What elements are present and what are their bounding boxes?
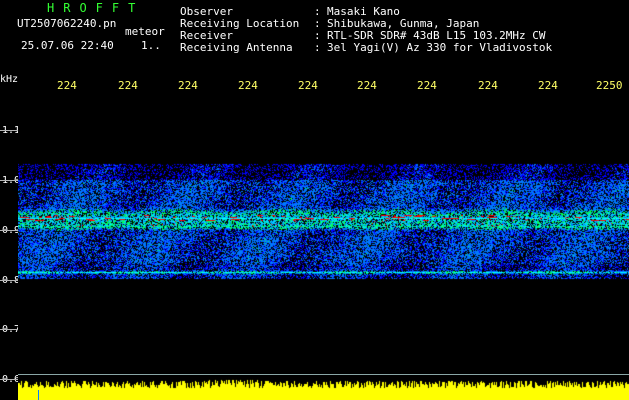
- freq-tick-0-8: [0, 280, 18, 281]
- hrofft-screen: HROFFT UT2507062240.pn meteor 25.07.06 2…: [0, 0, 629, 400]
- antenna-value: 3el Yagi(V) Az 330 for Vladivostok: [327, 41, 553, 54]
- capture-sequence: 1..: [141, 39, 161, 52]
- time-tick-5: 224: [298, 79, 318, 92]
- time-tick-9: 224: [538, 79, 558, 92]
- power-baseline: [18, 374, 629, 375]
- spectrogram-canvas: [18, 97, 629, 400]
- freq-tick-0-6: [0, 379, 18, 380]
- time-tick-2: 224: [118, 79, 138, 92]
- antenna-label: Receiving Antenna: [180, 41, 293, 54]
- freq-tick-1-1: [0, 130, 18, 131]
- freq-tick-1-0: [0, 180, 18, 181]
- time-tick-4: 224: [238, 79, 258, 92]
- antenna-separator: :: [314, 41, 321, 54]
- freq-tick-0-9: [0, 230, 18, 231]
- time-tick-7: 224: [417, 79, 437, 92]
- bottom-marker: [38, 390, 39, 400]
- freq-tick-0-7: [0, 329, 18, 330]
- time-tick-3: 224: [178, 79, 198, 92]
- capture-type: meteor: [125, 25, 165, 38]
- file-name: UT2507062240.pn: [17, 17, 117, 30]
- time-tick-8: 224: [478, 79, 498, 92]
- time-tick-6: 224: [357, 79, 377, 92]
- app-brand: HROFFT: [47, 1, 145, 15]
- capture-datetime: 25.07.06 22:40: [21, 39, 114, 52]
- axis-unit-label: kHz: [0, 74, 19, 85]
- time-tick-1: 224: [57, 79, 77, 92]
- time-tick-10: 2250: [596, 79, 623, 92]
